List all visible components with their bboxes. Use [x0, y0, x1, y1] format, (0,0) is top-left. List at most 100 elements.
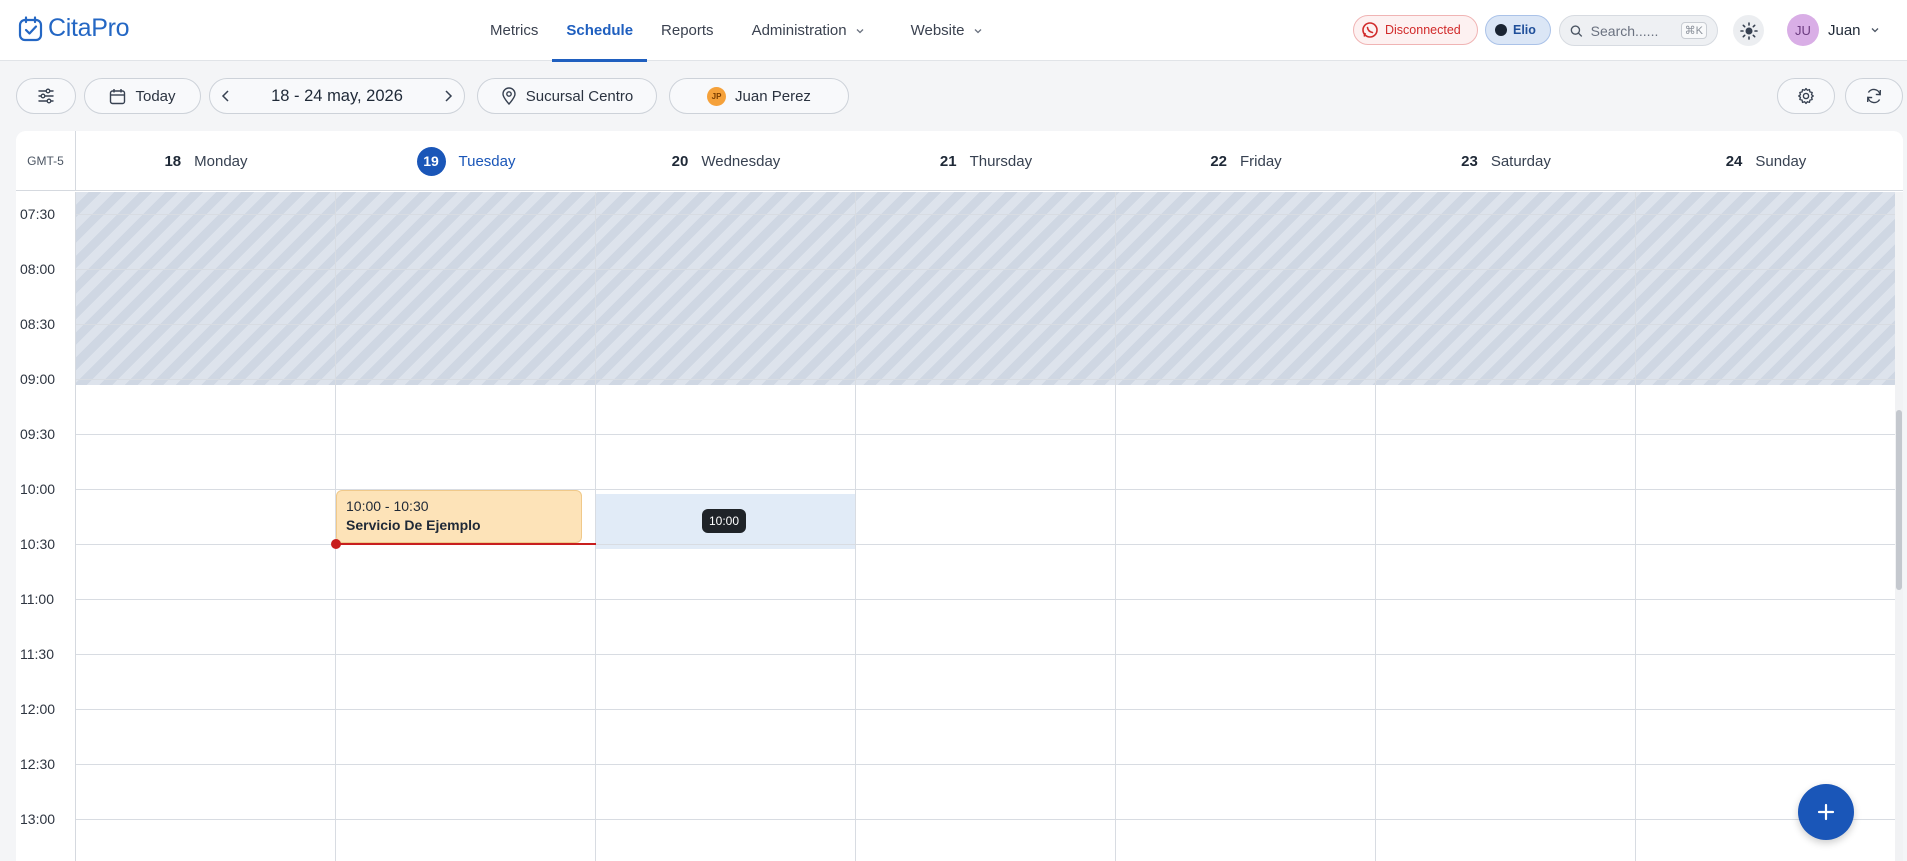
- assistant-button[interactable]: Elio: [1485, 15, 1551, 45]
- calendar-header: GMT-5 18 Monday 19 Tuesday 20 Wednesday …: [16, 131, 1903, 191]
- user-name: Juan: [1828, 21, 1861, 39]
- grid-line: [76, 764, 1903, 765]
- time-label: 11:30: [20, 646, 54, 662]
- day-number: 22: [1210, 152, 1227, 170]
- app-name: CitaPro: [48, 14, 130, 42]
- event-time: 10:00 - 10:30: [346, 498, 429, 514]
- time-label: 10:00: [20, 481, 56, 497]
- day-header-sunday[interactable]: 24 Sunday: [1636, 131, 1896, 191]
- time-label: 12:30: [20, 756, 56, 772]
- time-label: 11:00: [20, 591, 54, 607]
- chevron-down-icon: [856, 28, 864, 33]
- time-label: 07:30: [20, 206, 56, 222]
- staff-selector[interactable]: JP Juan Perez: [669, 78, 849, 114]
- nav-reports[interactable]: Reports: [647, 0, 728, 61]
- nav-website[interactable]: Website: [897, 0, 997, 61]
- search-input[interactable]: [1590, 22, 1673, 39]
- grid-line: [76, 654, 1903, 655]
- day-header-friday[interactable]: 22 Friday: [1116, 131, 1376, 191]
- filters-button[interactable]: [16, 78, 76, 114]
- bot-icon: [1495, 24, 1507, 36]
- grid-line: [76, 599, 1903, 600]
- calendar-grid[interactable]: 10:00 07:30 08:00 08:30 09:00 09:30 10:0…: [16, 192, 1903, 861]
- grid-line: [76, 379, 1903, 380]
- staff-label: Juan Perez: [735, 87, 811, 105]
- refresh-button[interactable]: [1845, 78, 1903, 114]
- event-title: Servicio De Ejemplo: [346, 517, 481, 533]
- day-column-divider: [1375, 192, 1376, 861]
- chevron-down-icon: [974, 28, 981, 33]
- day-label: Sunday: [1755, 152, 1807, 170]
- today-button[interactable]: Today: [84, 78, 201, 114]
- day-header-tuesday[interactable]: 19 Tuesday: [336, 131, 596, 191]
- time-label: 12:00: [20, 701, 56, 717]
- day-column-divider: [855, 192, 856, 861]
- nav-label: Website: [910, 22, 965, 39]
- nav-label: Metrics: [490, 22, 539, 39]
- map-pin-icon: [502, 87, 516, 105]
- appointment-event[interactable]: 10:00 - 10:30 Servicio De Ejemplo: [336, 490, 582, 543]
- day-header-monday[interactable]: 18 Monday: [76, 131, 336, 191]
- add-appointment-button[interactable]: [1798, 784, 1854, 840]
- calendar-check-logo-icon: [18, 15, 43, 41]
- time-label: 08:00: [20, 261, 56, 277]
- time-label: 10:30: [20, 536, 56, 552]
- day-label: Tuesday: [458, 152, 516, 170]
- app-logo[interactable]: CitaPro: [18, 14, 130, 43]
- theme-toggle-button[interactable]: [1733, 15, 1764, 46]
- scrollbar-thumb[interactable]: [1896, 410, 1902, 590]
- grid-line: [76, 269, 1903, 270]
- search-icon: [1570, 24, 1583, 37]
- day-label: Thursday: [969, 152, 1033, 170]
- plus-icon: [1817, 803, 1835, 821]
- chevron-right-icon[interactable]: [442, 89, 454, 103]
- day-header-saturday[interactable]: 23 Saturday: [1376, 131, 1636, 191]
- day-number: 18: [164, 152, 182, 170]
- current-time-line: [336, 543, 596, 545]
- avatar: JU: [1787, 14, 1819, 46]
- whatsapp-connection-status[interactable]: Disconnected: [1353, 15, 1478, 45]
- grid-line: [76, 324, 1903, 325]
- nav-metrics[interactable]: Metrics: [476, 0, 552, 61]
- chevron-left-icon[interactable]: [220, 89, 232, 103]
- day-number: 23: [1461, 152, 1478, 170]
- day-number: 19: [416, 146, 446, 176]
- refresh-icon: [1867, 88, 1881, 104]
- day-header-thursday[interactable]: 21 Thursday: [856, 131, 1116, 191]
- grid-line: [76, 819, 1903, 820]
- search-box[interactable]: ⌘K: [1559, 15, 1718, 46]
- calendar-settings-button[interactable]: [1777, 78, 1835, 114]
- main-nav: Metrics Schedule Reports Administration …: [476, 0, 997, 62]
- grid-line: [76, 214, 1903, 215]
- day-header-wednesday[interactable]: 20 Wednesday: [596, 131, 856, 191]
- assistant-label: Elio: [1513, 23, 1536, 37]
- vertical-scrollbar[interactable]: [1895, 192, 1903, 861]
- chevron-down-icon: [1871, 28, 1878, 33]
- time-label: 09:00: [20, 371, 56, 387]
- branch-selector[interactable]: Sucursal Centro: [477, 78, 657, 114]
- nav-schedule[interactable]: Schedule: [552, 0, 647, 62]
- grid-line: [76, 434, 1903, 435]
- nav-label: Schedule: [566, 22, 634, 39]
- nav-administration[interactable]: Administration: [738, 0, 879, 61]
- day-column-divider: [1115, 192, 1116, 861]
- day-label: Saturday: [1490, 152, 1551, 170]
- user-menu[interactable]: JU Juan: [1787, 14, 1880, 46]
- nav-label: Reports: [661, 22, 714, 39]
- date-range-navigator: 18 - 24 may, 2026: [209, 78, 465, 114]
- today-label: Today: [135, 87, 176, 105]
- whatsapp-icon: [1362, 22, 1378, 38]
- connection-status-label: Disconnected: [1385, 23, 1461, 37]
- branch-label: Sucursal Centro: [525, 87, 634, 105]
- date-range-label[interactable]: 18 - 24 may, 2026: [271, 87, 403, 106]
- day-number: 21: [939, 152, 957, 170]
- closed-hours-block: [76, 192, 1903, 385]
- time-label: 13:00: [20, 811, 56, 827]
- day-column-divider: [1635, 192, 1636, 861]
- current-time-dot: [331, 539, 341, 549]
- day-label: Monday: [194, 152, 248, 170]
- calendar-icon: [110, 88, 126, 104]
- time-axis: 07:30 08:00 08:30 09:00 09:30 10:00 10:3…: [16, 192, 76, 861]
- sliders-icon: [38, 88, 54, 104]
- day-number: 24: [1725, 152, 1743, 170]
